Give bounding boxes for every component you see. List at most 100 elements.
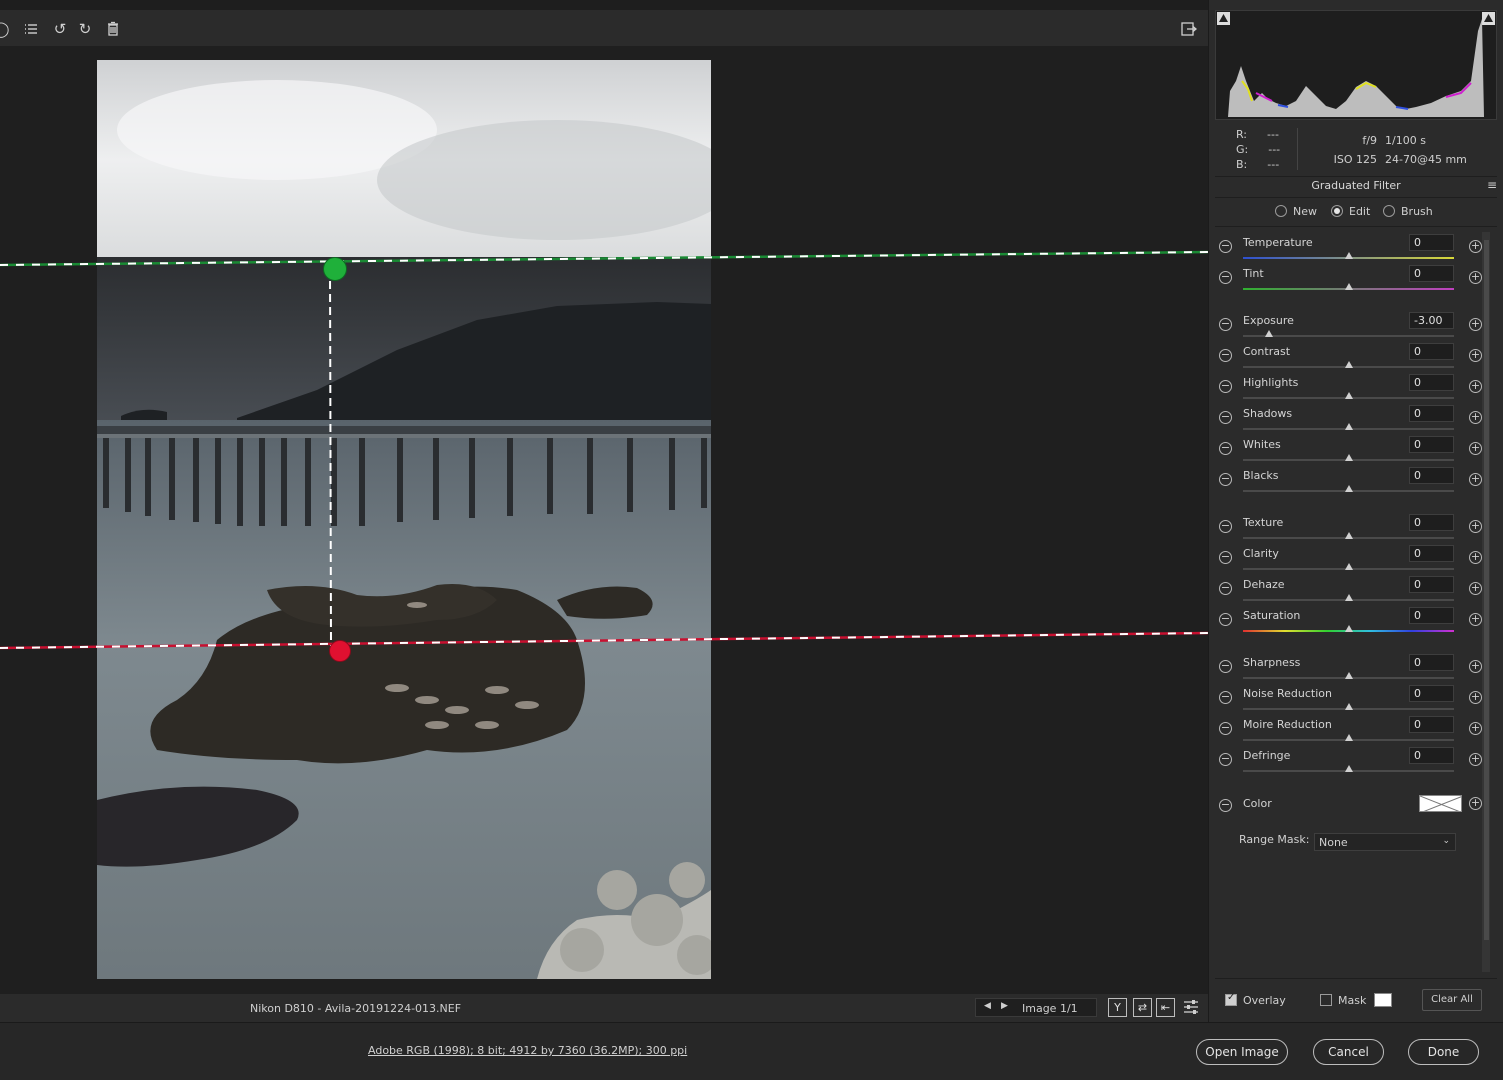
partial-icon[interactable]: ◯: [0, 20, 10, 38]
texture-plus-icon[interactable]: +: [1469, 520, 1482, 533]
done-button[interactable]: Done: [1408, 1039, 1479, 1065]
exposure-minus-icon[interactable]: −: [1219, 318, 1232, 331]
image-canvas[interactable]: [0, 46, 1208, 994]
defringe-minus-icon[interactable]: −: [1219, 753, 1232, 766]
saturation-thumb[interactable]: [1344, 625, 1353, 632]
range-mask-select[interactable]: None ⌄: [1314, 833, 1456, 851]
open-image-button[interactable]: Open Image: [1196, 1039, 1288, 1065]
clarity-thumb[interactable]: [1344, 563, 1353, 570]
filter-guides[interactable]: [0, 46, 1208, 994]
shadows-plus-icon[interactable]: +: [1469, 411, 1482, 424]
blacks-plus-icon[interactable]: +: [1469, 473, 1482, 486]
shadows-thumb[interactable]: [1344, 423, 1353, 430]
sharpness-thumb[interactable]: [1344, 672, 1353, 679]
highlights-plus-icon[interactable]: +: [1469, 380, 1482, 393]
defringe-value-field[interactable]: [1409, 747, 1454, 764]
filter-end-pin[interactable]: [329, 640, 351, 662]
next-image-icon[interactable]: ▶: [1001, 1001, 1008, 1011]
dehaze-plus-icon[interactable]: +: [1469, 582, 1482, 595]
temperature-thumb[interactable]: [1344, 252, 1353, 259]
noise-reduction-minus-icon[interactable]: −: [1219, 691, 1232, 704]
highlights-thumb[interactable]: [1344, 392, 1353, 399]
moire-reduction-minus-icon[interactable]: −: [1219, 722, 1232, 735]
tint-value-field[interactable]: [1409, 265, 1454, 282]
contrast-minus-icon[interactable]: −: [1219, 349, 1232, 362]
exposure-thumb[interactable]: [1265, 330, 1274, 337]
mode-brush[interactable]: Brush: [1383, 205, 1433, 218]
mask-color-swatch[interactable]: [1374, 993, 1392, 1007]
texture-value-field[interactable]: [1409, 514, 1454, 531]
dehaze-value-field[interactable]: [1409, 576, 1454, 593]
before-after-y-button[interactable]: Y: [1108, 998, 1127, 1017]
panel-menu-icon[interactable]: ≡: [1487, 178, 1497, 192]
sharpness-value-field[interactable]: [1409, 654, 1454, 671]
divider: [1297, 128, 1298, 170]
clear-all-button[interactable]: Clear All: [1422, 989, 1482, 1011]
workflow-options-link[interactable]: Adobe RGB (1998); 8 bit; 4912 by 7360 (3…: [368, 1044, 687, 1057]
blacks-thumb[interactable]: [1344, 485, 1353, 492]
color-plus-icon[interactable]: +: [1469, 797, 1482, 810]
overlay-checkbox[interactable]: Overlay: [1225, 992, 1286, 1007]
exposure-plus-icon[interactable]: +: [1469, 318, 1482, 331]
whites-minus-icon[interactable]: −: [1219, 442, 1232, 455]
blacks-minus-icon[interactable]: −: [1219, 473, 1232, 486]
defringe-thumb[interactable]: [1344, 765, 1353, 772]
panel-scrollbar-thumb[interactable]: [1484, 240, 1489, 940]
whites-plus-icon[interactable]: +: [1469, 442, 1482, 455]
clarity-minus-icon[interactable]: −: [1219, 551, 1232, 564]
trash-icon[interactable]: [104, 20, 122, 38]
color-minus-icon[interactable]: −: [1219, 799, 1232, 812]
highlights-minus-icon[interactable]: −: [1219, 380, 1232, 393]
prev-image-icon[interactable]: ◀: [984, 1001, 991, 1011]
dehaze-minus-icon[interactable]: −: [1219, 582, 1232, 595]
temperature-value-field[interactable]: [1409, 234, 1454, 251]
noise-reduction-plus-icon[interactable]: +: [1469, 691, 1482, 704]
clarity-value-field[interactable]: [1409, 545, 1454, 562]
saturation-plus-icon[interactable]: +: [1469, 613, 1482, 626]
clarity-plus-icon[interactable]: +: [1469, 551, 1482, 564]
exposure-value-field[interactable]: [1409, 312, 1454, 329]
rotate-left-icon[interactable]: ↺: [51, 20, 69, 38]
texture-thumb[interactable]: [1344, 532, 1353, 539]
mode-edit[interactable]: Edit: [1331, 205, 1370, 218]
temperature-minus-icon[interactable]: −: [1219, 240, 1232, 253]
texture-minus-icon[interactable]: −: [1219, 520, 1232, 533]
contrast-value-field[interactable]: [1409, 343, 1454, 360]
defringe-plus-icon[interactable]: +: [1469, 753, 1482, 766]
list-icon[interactable]: [22, 20, 40, 38]
cancel-button[interactable]: Cancel: [1313, 1039, 1384, 1065]
highlights-value-field[interactable]: [1409, 374, 1454, 391]
texture-label: Texture: [1243, 516, 1284, 529]
sharpness-plus-icon[interactable]: +: [1469, 660, 1482, 673]
whites-thumb[interactable]: [1344, 454, 1353, 461]
tint-plus-icon[interactable]: +: [1469, 271, 1482, 284]
export-icon[interactable]: [1180, 20, 1198, 38]
sharpness-minus-icon[interactable]: −: [1219, 660, 1232, 673]
whites-value-field[interactable]: [1409, 436, 1454, 453]
moire-reduction-value-field[interactable]: [1409, 716, 1454, 733]
tint-minus-icon[interactable]: −: [1219, 271, 1232, 284]
saturation-minus-icon[interactable]: −: [1219, 613, 1232, 626]
filter-start-pin[interactable]: [323, 257, 347, 281]
sliders-icon[interactable]: [1182, 998, 1200, 1016]
shadows-value-field[interactable]: [1409, 405, 1454, 422]
noise-reduction-value-field[interactable]: [1409, 685, 1454, 702]
mode-new[interactable]: New: [1275, 205, 1317, 218]
color-swatch[interactable]: [1419, 795, 1462, 812]
shadows-minus-icon[interactable]: −: [1219, 411, 1232, 424]
moire-reduction-thumb[interactable]: [1344, 734, 1353, 741]
dehaze-thumb[interactable]: [1344, 594, 1353, 601]
tint-thumb[interactable]: [1344, 283, 1353, 290]
saturation-value-field[interactable]: [1409, 607, 1454, 624]
copy-settings-button[interactable]: ⇤: [1156, 998, 1175, 1017]
mask-checkbox[interactable]: Mask: [1320, 994, 1366, 1007]
contrast-plus-icon[interactable]: +: [1469, 349, 1482, 362]
rotate-right-icon[interactable]: ↻: [76, 20, 94, 38]
noise-reduction-thumb[interactable]: [1344, 703, 1353, 710]
temperature-plus-icon[interactable]: +: [1469, 240, 1482, 253]
exposure-track[interactable]: [1243, 335, 1454, 337]
swap-settings-button[interactable]: ⇄: [1133, 998, 1152, 1017]
moire-reduction-plus-icon[interactable]: +: [1469, 722, 1482, 735]
contrast-thumb[interactable]: [1344, 361, 1353, 368]
blacks-value-field[interactable]: [1409, 467, 1454, 484]
